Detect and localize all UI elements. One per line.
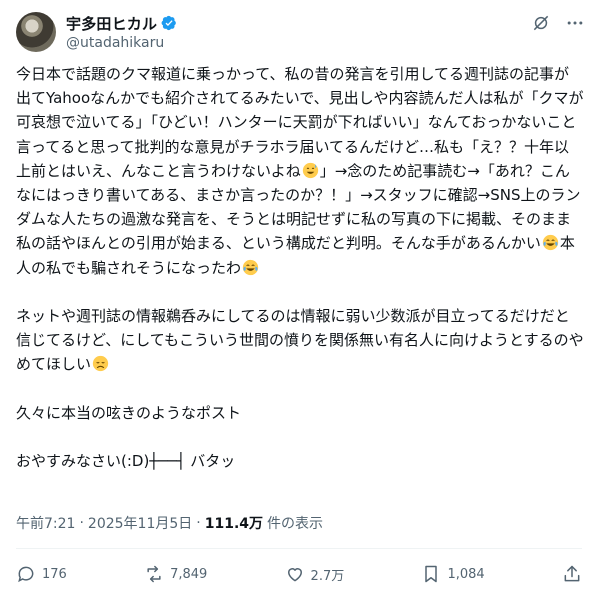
like-count: 2.7万 <box>310 568 345 584</box>
meta-separator: · <box>196 515 201 531</box>
reply-count: 176 <box>42 566 67 582</box>
reply-icon <box>18 566 34 583</box>
view-count-label: 件の表示 <box>267 516 324 532</box>
divider <box>16 548 582 549</box>
post-header: 宇多田ヒカル @utadahikaru <box>16 12 586 56</box>
meta-separator: · <box>79 515 84 531</box>
share-icon <box>564 565 580 582</box>
sweat-smile-emoji <box>302 162 319 179</box>
joy-emoji <box>242 259 259 276</box>
post: 宇多田ヒカル @utadahikaru 今日本で話題のクマ報道に乗っかって、私の… <box>0 0 598 598</box>
post-text: 今日本で話題のクマ報道に乗っかって、私の昔の発言を引用してる週刊誌の記事が出てY… <box>16 62 584 473</box>
post-time[interactable]: 午前7:21 <box>16 513 75 533</box>
repost-icon <box>147 565 161 583</box>
grok-icon[interactable] <box>530 12 552 34</box>
action-bar: 176 7,849 2.7万 1,084 <box>16 560 582 588</box>
post-meta: 午前7:21 · 2025年11月5日 · 111.4万 件の表示 <box>16 513 323 533</box>
post-paragraph-2: ネットや週刊誌の情報鵜呑みにしてるのは情報に弱い少数派が目立ってるだけだと信じて… <box>16 304 584 377</box>
reply-button[interactable]: 176 <box>16 564 67 584</box>
post-paragraph-4: おやすみなさい(:D)┼──┤ バタッ <box>16 452 236 471</box>
more-icon[interactable] <box>564 12 586 34</box>
handle[interactable]: @utadahikaru <box>66 35 177 51</box>
post-paragraph-1: 今日本で話題のクマ報道に乗っかって、私の昔の発言を引用してる週刊誌の記事が出てY… <box>16 62 584 280</box>
bookmark-count: 1,084 <box>447 566 485 582</box>
display-name[interactable]: 宇多田ヒカル <box>66 13 157 34</box>
verified-badge-icon[interactable] <box>161 15 177 31</box>
repost-button[interactable]: 7,849 <box>144 564 207 584</box>
post-paragraph-3: 久々に本当の呟きのようなポスト <box>16 403 242 422</box>
like-button[interactable]: 2.7万 <box>285 564 345 584</box>
name-row: 宇多田ヒカル <box>66 13 177 33</box>
disappointed-emoji <box>92 355 109 372</box>
header-actions <box>530 12 586 34</box>
avatar[interactable] <box>16 12 56 52</box>
joy-emoji <box>542 234 559 251</box>
bookmark-button[interactable]: 1,084 <box>421 564 485 584</box>
view-count[interactable]: 111.4万 <box>205 513 263 533</box>
bookmark-icon <box>425 565 438 583</box>
post-date[interactable]: 2025年11月5日 <box>88 513 192 533</box>
repost-count: 7,849 <box>170 566 208 582</box>
share-button[interactable] <box>562 564 582 584</box>
user-info: 宇多田ヒカル @utadahikaru <box>66 13 177 51</box>
heart-icon <box>287 568 302 582</box>
